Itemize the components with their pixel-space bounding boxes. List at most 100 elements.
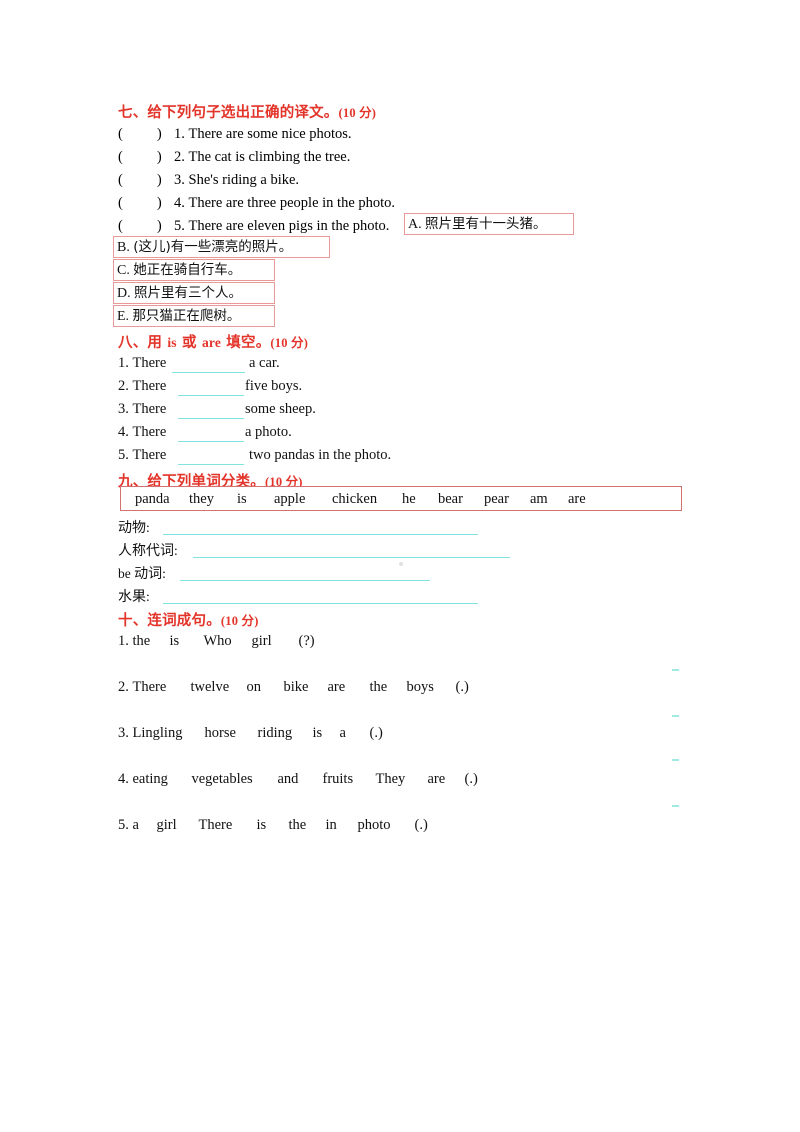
option-text: 那只猫正在爬树。: [132, 308, 241, 324]
answer-parenthesis-5[interactable]: (): [118, 218, 174, 235]
answer-parenthesis-4[interactable]: (): [118, 195, 174, 212]
question-number: 3.: [118, 401, 129, 417]
word-bank-item[interactable]: they: [189, 491, 237, 508]
answer-line-mark-1: [672, 669, 679, 671]
fill-blank-8-4[interactable]: [178, 441, 244, 442]
paren-close: ): [156, 218, 162, 234]
scramble-token[interactable]: fruits: [323, 771, 376, 788]
scramble-token[interactable]: is: [313, 725, 340, 742]
scramble-token[interactable]: eating: [133, 771, 192, 788]
word-bank-item[interactable]: are: [568, 491, 602, 508]
scramble-token[interactable]: boys: [407, 679, 456, 696]
question-number: 5.: [118, 817, 129, 833]
scramble-token[interactable]: the: [370, 679, 407, 696]
option-letter: E.: [117, 309, 130, 324]
question-number: 4.: [118, 771, 129, 787]
fill-blank-8-2[interactable]: [178, 395, 244, 396]
scramble-token[interactable]: are: [328, 679, 370, 696]
fill-blank-8-1[interactable]: [172, 372, 245, 373]
question-text: She's riding a bike.: [188, 172, 300, 188]
question-pre-text: There: [132, 401, 167, 417]
question-number: 3.: [174, 172, 185, 188]
translation-option-b[interactable]: B. (这儿)有一些漂亮的照片。: [113, 236, 330, 258]
section-8-question-1: 1. There: [118, 355, 166, 372]
paren-open: (: [118, 126, 123, 142]
scramble-token[interactable]: riding: [258, 725, 313, 742]
scramble-token[interactable]: is: [257, 817, 289, 834]
scramble-token[interactable]: There: [199, 817, 257, 834]
scramble-token[interactable]: the: [289, 817, 326, 834]
question-pre-text: There: [132, 424, 167, 440]
category-answer-line-pronouns[interactable]: [193, 557, 510, 558]
translation-option-d[interactable]: D. 照片里有三个人。: [113, 282, 275, 304]
question-number: 2.: [174, 149, 185, 165]
section-7-question-1: () 1. There are some nice photos.: [118, 126, 352, 143]
scramble-token[interactable]: photo: [358, 817, 415, 834]
word-bank-item[interactable]: bear: [438, 491, 484, 508]
section-8-heading-part1: 八、用: [118, 335, 168, 351]
word-bank-item[interactable]: chicken: [332, 491, 402, 508]
category-name: 人称代词: [118, 543, 174, 559]
scramble-token[interactable]: They: [376, 771, 428, 788]
question-number: 1.: [174, 126, 185, 142]
scramble-token[interactable]: a: [133, 817, 157, 834]
question-number: 4.: [174, 195, 185, 211]
scramble-token[interactable]: There: [133, 679, 191, 696]
category-answer-line-be-verbs[interactable]: [180, 580, 430, 581]
scramble-token[interactable]: are: [428, 771, 465, 788]
scramble-token[interactable]: horse: [205, 725, 258, 742]
scramble-token[interactable]: Lingling: [133, 725, 205, 742]
section-10-heading: 十、连词成句。(10 分): [118, 609, 259, 630]
scramble-token[interactable]: (.): [415, 817, 428, 834]
answer-parenthesis-1[interactable]: (): [118, 126, 174, 143]
scramble-token[interactable]: girl: [252, 633, 299, 650]
scramble-token[interactable]: (.): [456, 679, 469, 696]
scramble-token[interactable]: and: [278, 771, 323, 788]
word-bank-item[interactable]: apple: [274, 491, 332, 508]
scramble-token[interactable]: twelve: [191, 679, 247, 696]
paren-close: ): [156, 126, 162, 142]
answer-line-mark-2: [672, 715, 679, 717]
section-7-heading: 七、给下列句子选出正确的译文。(10 分): [118, 101, 376, 122]
question-number: 5.: [174, 218, 185, 234]
scramble-token[interactable]: a: [340, 725, 370, 742]
scramble-token[interactable]: girl: [157, 817, 199, 834]
category-colon: :: [174, 543, 178, 558]
scramble-token[interactable]: (?): [299, 633, 315, 650]
fill-blank-8-3[interactable]: [178, 418, 244, 419]
section-7-question-4: () 4. There are three people in the photo…: [118, 195, 395, 212]
section-8-heading: 八、用 is 或 are 填空。(10 分): [118, 331, 308, 352]
scramble-token[interactable]: in: [326, 817, 358, 834]
paren-close: ): [156, 149, 162, 165]
translation-option-c[interactable]: C. 她正在骑自行车。: [113, 259, 275, 281]
scramble-token[interactable]: the: [133, 633, 170, 650]
category-colon: :: [162, 566, 166, 581]
word-bank-item[interactable]: am: [530, 491, 568, 508]
scramble-token[interactable]: Who: [204, 633, 252, 650]
category-answer-line-fruits[interactable]: [163, 603, 478, 604]
scramble-token[interactable]: on: [247, 679, 284, 696]
category-label-be-verbs: be 动词:: [118, 563, 166, 583]
scramble-token[interactable]: vegetables: [192, 771, 278, 788]
fill-blank-8-5[interactable]: [178, 464, 244, 465]
section-7-question-2: () 2. The cat is climbing the tree.: [118, 149, 350, 166]
answer-parenthesis-3[interactable]: (): [118, 172, 174, 189]
translation-option-e[interactable]: E. 那只猫正在爬树。: [113, 305, 275, 327]
paren-open: (: [118, 149, 123, 165]
answer-parenthesis-2[interactable]: (): [118, 149, 174, 166]
translation-option-a[interactable]: A. 照片里有十一头猪。: [404, 213, 574, 235]
word-bank-item[interactable]: is: [237, 491, 274, 508]
category-colon: :: [146, 520, 150, 535]
category-answer-line-animals[interactable]: [163, 534, 478, 535]
scramble-token[interactable]: is: [170, 633, 204, 650]
word-bank-item[interactable]: pear: [484, 491, 530, 508]
word-bank-item[interactable]: he: [402, 491, 438, 508]
word-bank-item[interactable]: panda: [135, 491, 189, 508]
category-name: 水果: [118, 589, 146, 605]
worksheet-page: 七、给下列句子选出正确的译文。(10 分) () 1. There are som…: [0, 0, 800, 1132]
category-label-pronouns: 人称代词:: [118, 540, 178, 560]
scramble-token[interactable]: bike: [284, 679, 328, 696]
scramble-token[interactable]: (.): [370, 725, 383, 742]
section-8-question-2: 2. There: [118, 378, 166, 395]
scramble-token[interactable]: (.): [465, 771, 478, 788]
